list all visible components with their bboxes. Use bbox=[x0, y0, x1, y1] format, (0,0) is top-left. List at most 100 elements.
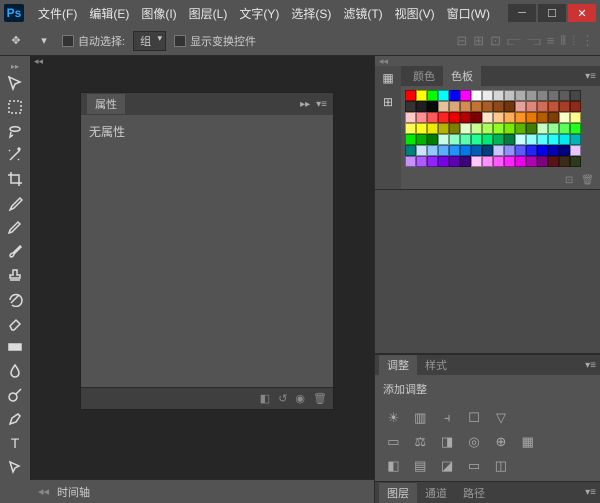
menu-edit[interactable]: 编辑(E) bbox=[83, 5, 135, 22]
new-swatch-icon[interactable]: ⊡ bbox=[565, 175, 573, 186]
swatch[interactable] bbox=[460, 123, 471, 134]
swatch[interactable] bbox=[460, 90, 471, 101]
threshold-icon[interactable]: ◪ bbox=[437, 457, 458, 475]
swatch[interactable] bbox=[427, 134, 438, 145]
panel-handle[interactable]: ◂◂ bbox=[38, 485, 49, 498]
swatch[interactable] bbox=[460, 134, 471, 145]
swatch[interactable] bbox=[416, 156, 427, 167]
visibility-icon[interactable]: ◉ bbox=[295, 392, 305, 405]
menu-file[interactable]: 文件(F) bbox=[32, 5, 83, 22]
swatch[interactable] bbox=[427, 90, 438, 101]
swatch[interactable] bbox=[493, 112, 504, 123]
swatch[interactable] bbox=[460, 156, 471, 167]
swatch-libraries-icon[interactable]: ⊞ bbox=[379, 94, 397, 110]
swatch[interactable] bbox=[559, 112, 570, 123]
swatch[interactable] bbox=[548, 112, 559, 123]
panel-menu-icon[interactable]: ▾≡ bbox=[316, 99, 327, 110]
swatch[interactable] bbox=[449, 123, 460, 134]
swatch[interactable] bbox=[493, 134, 504, 145]
swatch[interactable] bbox=[427, 156, 438, 167]
swatch[interactable] bbox=[471, 101, 482, 112]
brush-tool[interactable] bbox=[4, 240, 26, 262]
swatch[interactable] bbox=[405, 101, 416, 112]
stamp-tool[interactable] bbox=[4, 264, 26, 286]
swatch[interactable] bbox=[482, 156, 493, 167]
swatch[interactable] bbox=[504, 156, 515, 167]
heal-tool[interactable] bbox=[4, 216, 26, 238]
swatch[interactable] bbox=[449, 112, 460, 123]
swatch[interactable] bbox=[526, 90, 537, 101]
swatch[interactable] bbox=[482, 101, 493, 112]
panel-menu-icon[interactable]: ▾≡ bbox=[585, 487, 596, 498]
swatch[interactable] bbox=[416, 123, 427, 134]
swatch[interactable] bbox=[482, 134, 493, 145]
swatch[interactable] bbox=[515, 101, 526, 112]
swatch[interactable] bbox=[548, 145, 559, 156]
swatch[interactable] bbox=[559, 134, 570, 145]
balance-icon[interactable]: ⚖ bbox=[410, 433, 431, 451]
swatches-tab[interactable]: 色板 bbox=[443, 66, 481, 86]
swatch[interactable] bbox=[482, 90, 493, 101]
swatch[interactable] bbox=[482, 145, 493, 156]
swatch[interactable] bbox=[537, 101, 548, 112]
invert-icon[interactable]: ◧ bbox=[383, 457, 404, 475]
color-picker-icon[interactable]: ▦ bbox=[379, 70, 397, 86]
move-tool[interactable] bbox=[4, 72, 26, 94]
align-icon[interactable]: ⫎ bbox=[527, 33, 541, 49]
menu-type[interactable]: 文字(Y) bbox=[233, 5, 285, 22]
trash-icon[interactable]: 🗑 bbox=[581, 175, 594, 186]
maximize-button[interactable]: ☐ bbox=[538, 4, 566, 22]
swatch[interactable] bbox=[405, 123, 416, 134]
swatch[interactable] bbox=[482, 123, 493, 134]
menu-layer[interactable]: 图层(L) bbox=[183, 5, 234, 22]
swatch[interactable] bbox=[449, 101, 460, 112]
swatch[interactable] bbox=[427, 123, 438, 134]
crop-tool[interactable] bbox=[4, 168, 26, 190]
swatch[interactable] bbox=[427, 112, 438, 123]
swatch[interactable] bbox=[515, 123, 526, 134]
swatch[interactable] bbox=[493, 101, 504, 112]
group-dropdown[interactable]: 组 bbox=[133, 31, 166, 51]
timeline-tab[interactable]: 时间轴 bbox=[57, 484, 90, 500]
align-icon[interactable]: ⦀ bbox=[560, 33, 566, 49]
channels-tab[interactable]: 通道 bbox=[417, 483, 455, 503]
gradient-tool[interactable] bbox=[4, 336, 26, 358]
wand-tool[interactable] bbox=[4, 144, 26, 166]
swatch[interactable] bbox=[559, 90, 570, 101]
swatch[interactable] bbox=[526, 123, 537, 134]
paths-tab[interactable]: 路径 bbox=[455, 483, 493, 503]
trash-icon[interactable]: 🗑 bbox=[313, 392, 327, 405]
swatch[interactable] bbox=[493, 90, 504, 101]
swatch[interactable] bbox=[427, 145, 438, 156]
type-tool[interactable]: T bbox=[4, 432, 26, 454]
swatch[interactable] bbox=[537, 123, 548, 134]
path-select-tool[interactable] bbox=[4, 456, 26, 478]
menu-filter[interactable]: 滤镜(T) bbox=[337, 5, 388, 22]
swatch[interactable] bbox=[504, 123, 515, 134]
eyedropper-tool[interactable] bbox=[4, 192, 26, 214]
swatch[interactable] bbox=[570, 156, 581, 167]
swatch[interactable] bbox=[416, 134, 427, 145]
swatch[interactable] bbox=[482, 112, 493, 123]
swatch[interactable] bbox=[548, 123, 559, 134]
swatch[interactable] bbox=[526, 156, 537, 167]
auto-select-checkbox[interactable] bbox=[62, 35, 74, 47]
reset-icon[interactable]: ↺ bbox=[278, 392, 287, 405]
swatch[interactable] bbox=[449, 145, 460, 156]
swatch[interactable] bbox=[570, 145, 581, 156]
pen-tool[interactable] bbox=[4, 408, 26, 430]
align-icon[interactable]: ⊞ bbox=[473, 33, 484, 49]
vibrance-icon[interactable]: ▽ bbox=[491, 409, 512, 427]
swatch[interactable] bbox=[460, 112, 471, 123]
swatch[interactable] bbox=[537, 112, 548, 123]
selective-color-icon[interactable]: ◫ bbox=[491, 457, 512, 475]
swatch[interactable] bbox=[416, 145, 427, 156]
swatch[interactable] bbox=[449, 156, 460, 167]
dodge-tool[interactable] bbox=[4, 384, 26, 406]
align-icon[interactable]: ≡ bbox=[547, 33, 555, 49]
swatch[interactable] bbox=[504, 112, 515, 123]
swatch[interactable] bbox=[559, 123, 570, 134]
swatch[interactable] bbox=[548, 101, 559, 112]
styles-tab[interactable]: 样式 bbox=[417, 355, 455, 375]
swatch[interactable] bbox=[471, 112, 482, 123]
